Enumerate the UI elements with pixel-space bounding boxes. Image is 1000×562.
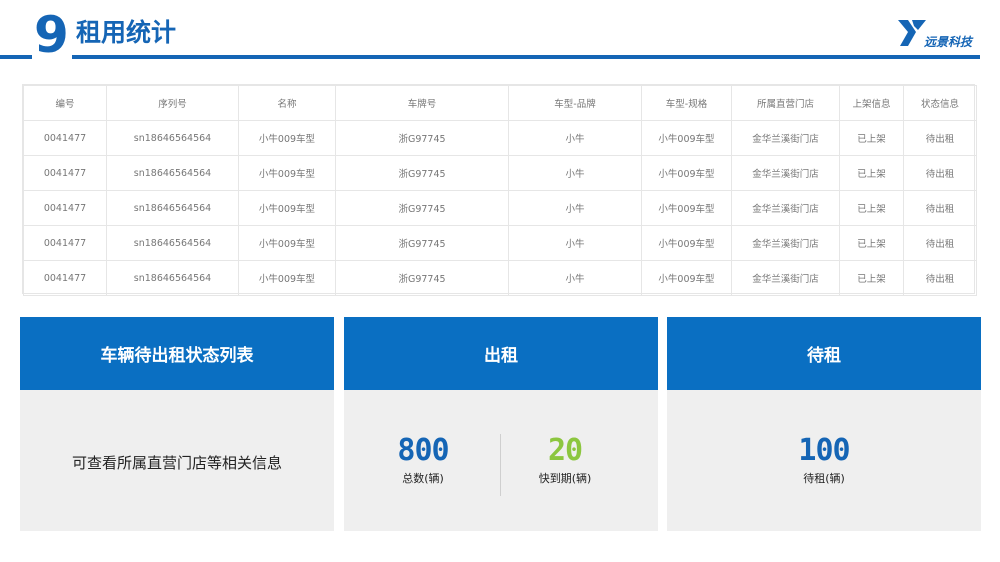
card-status-list-title: 车辆待出租状态列表	[20, 317, 334, 390]
table-cell: 小牛009车型	[641, 190, 732, 226]
table-row: 0041477 sn18646564564 小牛009车型 浙G97745 小牛…	[23, 120, 977, 156]
table-cell: 小牛009车型	[238, 155, 336, 191]
table-cell: 金华兰溪街门店	[731, 155, 840, 191]
table-cell: 待出租	[903, 260, 977, 296]
column-header: 车牌号	[335, 85, 509, 121]
section-number: 9	[34, 6, 69, 64]
table-cell: 已上架	[839, 120, 904, 156]
table-cell: 小牛	[508, 120, 642, 156]
card-rent-body: 800 总数(辆) 20 快到期(辆)	[344, 390, 658, 531]
column-header: 序列号	[106, 85, 239, 121]
table-cell: 待出租	[903, 190, 977, 226]
table-cell: 浙G97745	[335, 155, 509, 191]
table-cell: 待出租	[903, 225, 977, 261]
table-cell: 金华兰溪街门店	[731, 225, 840, 261]
column-header: 名称	[238, 85, 336, 121]
table-cell: 小牛009车型	[238, 120, 336, 156]
card-pending: 待租 100 待租(辆)	[667, 317, 981, 531]
table-cell: 0041477	[23, 155, 107, 191]
column-header: 编号	[23, 85, 107, 121]
stat-pending-value: 100	[798, 433, 850, 468]
table-cell: 小牛009车型	[641, 120, 732, 156]
stat-divider	[500, 434, 501, 496]
table-cell: 小牛009车型	[238, 190, 336, 226]
table-cell: 金华兰溪街门店	[731, 120, 840, 156]
table-cell: 金华兰溪街门店	[731, 260, 840, 296]
logo-text: 远景科技	[924, 35, 973, 49]
stat-pending: 100 待租(辆)	[764, 434, 884, 486]
column-header: 状态信息	[903, 85, 977, 121]
table-cell: 浙G97745	[335, 190, 509, 226]
column-header: 所属直营门店	[731, 85, 840, 121]
column-header: 车型-品牌	[508, 85, 642, 121]
table-cell: 小牛009车型	[641, 260, 732, 296]
stat-expiring-value: 20	[547, 433, 583, 468]
table-row: 0041477 sn18646564564 小牛009车型 浙G97745 小牛…	[23, 155, 977, 191]
stat-expiring: 20 快到期(辆)	[505, 434, 625, 486]
table-cell: sn18646564564	[106, 120, 239, 156]
table-cell: 小牛009车型	[238, 225, 336, 261]
table-cell: 待出租	[903, 155, 977, 191]
table-cell: 小牛	[508, 225, 642, 261]
table-cell: 0041477	[23, 190, 107, 226]
table-row: 0041477 sn18646564564 小牛009车型 浙G97745 小牛…	[23, 260, 977, 296]
table-cell: sn18646564564	[106, 260, 239, 296]
card-rent-title: 出租	[344, 317, 658, 390]
table-cell: 小牛	[508, 155, 642, 191]
table-cell: 小牛	[508, 190, 642, 226]
card-rent: 出租 800 总数(辆) 20 快到期(辆)	[344, 317, 658, 531]
table-cell: 已上架	[839, 225, 904, 261]
table-cell: sn18646564564	[106, 155, 239, 191]
table-cell: 已上架	[839, 190, 904, 226]
column-header: 车型-规格	[641, 85, 732, 121]
table-cell: 0041477	[23, 260, 107, 296]
table-cell: 0041477	[23, 225, 107, 261]
table-cell: 小牛009车型	[641, 155, 732, 191]
table-cell: 已上架	[839, 155, 904, 191]
table-cell: sn18646564564	[106, 225, 239, 261]
stat-total-label: 总数(辆)	[402, 472, 444, 485]
vehicle-table: 编号 序列号 名称 车牌号 车型-品牌 车型-规格 所属直营门店 上架信息 状态…	[22, 84, 977, 296]
column-header: 上架信息	[839, 85, 904, 121]
header-rule-left	[0, 55, 32, 59]
table-cell: 小牛	[508, 260, 642, 296]
table-cell: 0041477	[23, 120, 107, 156]
stat-pending-label: 待租(辆)	[803, 472, 845, 485]
table-header-row: 编号 序列号 名称 车牌号 车型-品牌 车型-规格 所属直营门店 上架信息 状态…	[23, 85, 977, 121]
table-cell: 待出租	[903, 120, 977, 156]
table-cell: 浙G97745	[335, 260, 509, 296]
table-cell: 小牛009车型	[641, 225, 732, 261]
card-status-list-body: 可查看所属直营门店等相关信息	[20, 390, 334, 531]
table-row: 0041477 sn18646564564 小牛009车型 浙G97745 小牛…	[23, 225, 977, 261]
company-logo: 远景科技	[898, 18, 978, 50]
table-cell: sn18646564564	[106, 190, 239, 226]
table-row: 0041477 sn18646564564 小牛009车型 浙G97745 小牛…	[23, 190, 977, 226]
stat-total-value: 800	[397, 433, 449, 468]
stat-total: 800 总数(辆)	[363, 434, 483, 486]
card-pending-title: 待租	[667, 317, 981, 390]
stat-expiring-label: 快到期(辆)	[538, 472, 592, 485]
card-pending-body: 100 待租(辆)	[667, 390, 981, 531]
table-cell: 小牛009车型	[238, 260, 336, 296]
header-rule-right	[72, 55, 980, 59]
table-cell: 金华兰溪街门店	[731, 190, 840, 226]
page-title: 租用统计	[76, 18, 177, 47]
table-cell: 浙G97745	[335, 120, 509, 156]
table-cell: 已上架	[839, 260, 904, 296]
table-cell: 浙G97745	[335, 225, 509, 261]
card-status-list: 车辆待出租状态列表 可查看所属直营门店等相关信息	[20, 317, 334, 531]
card-status-list-description: 可查看所属直营门店等相关信息	[71, 454, 282, 472]
